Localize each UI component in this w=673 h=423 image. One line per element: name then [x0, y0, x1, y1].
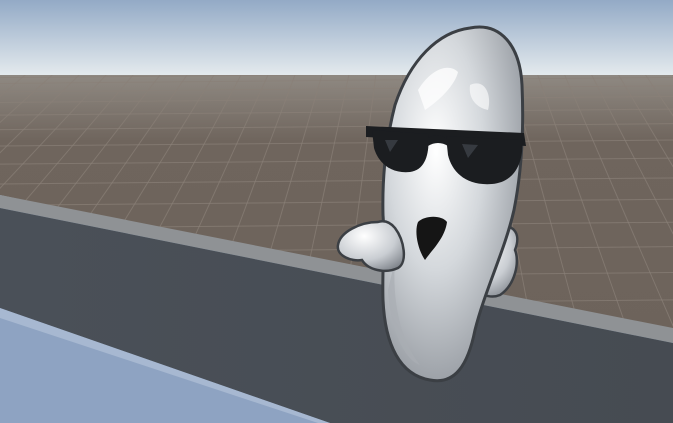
scene-canvas: [0, 0, 673, 423]
game-viewport: [0, 0, 673, 423]
sky: [0, 0, 673, 80]
